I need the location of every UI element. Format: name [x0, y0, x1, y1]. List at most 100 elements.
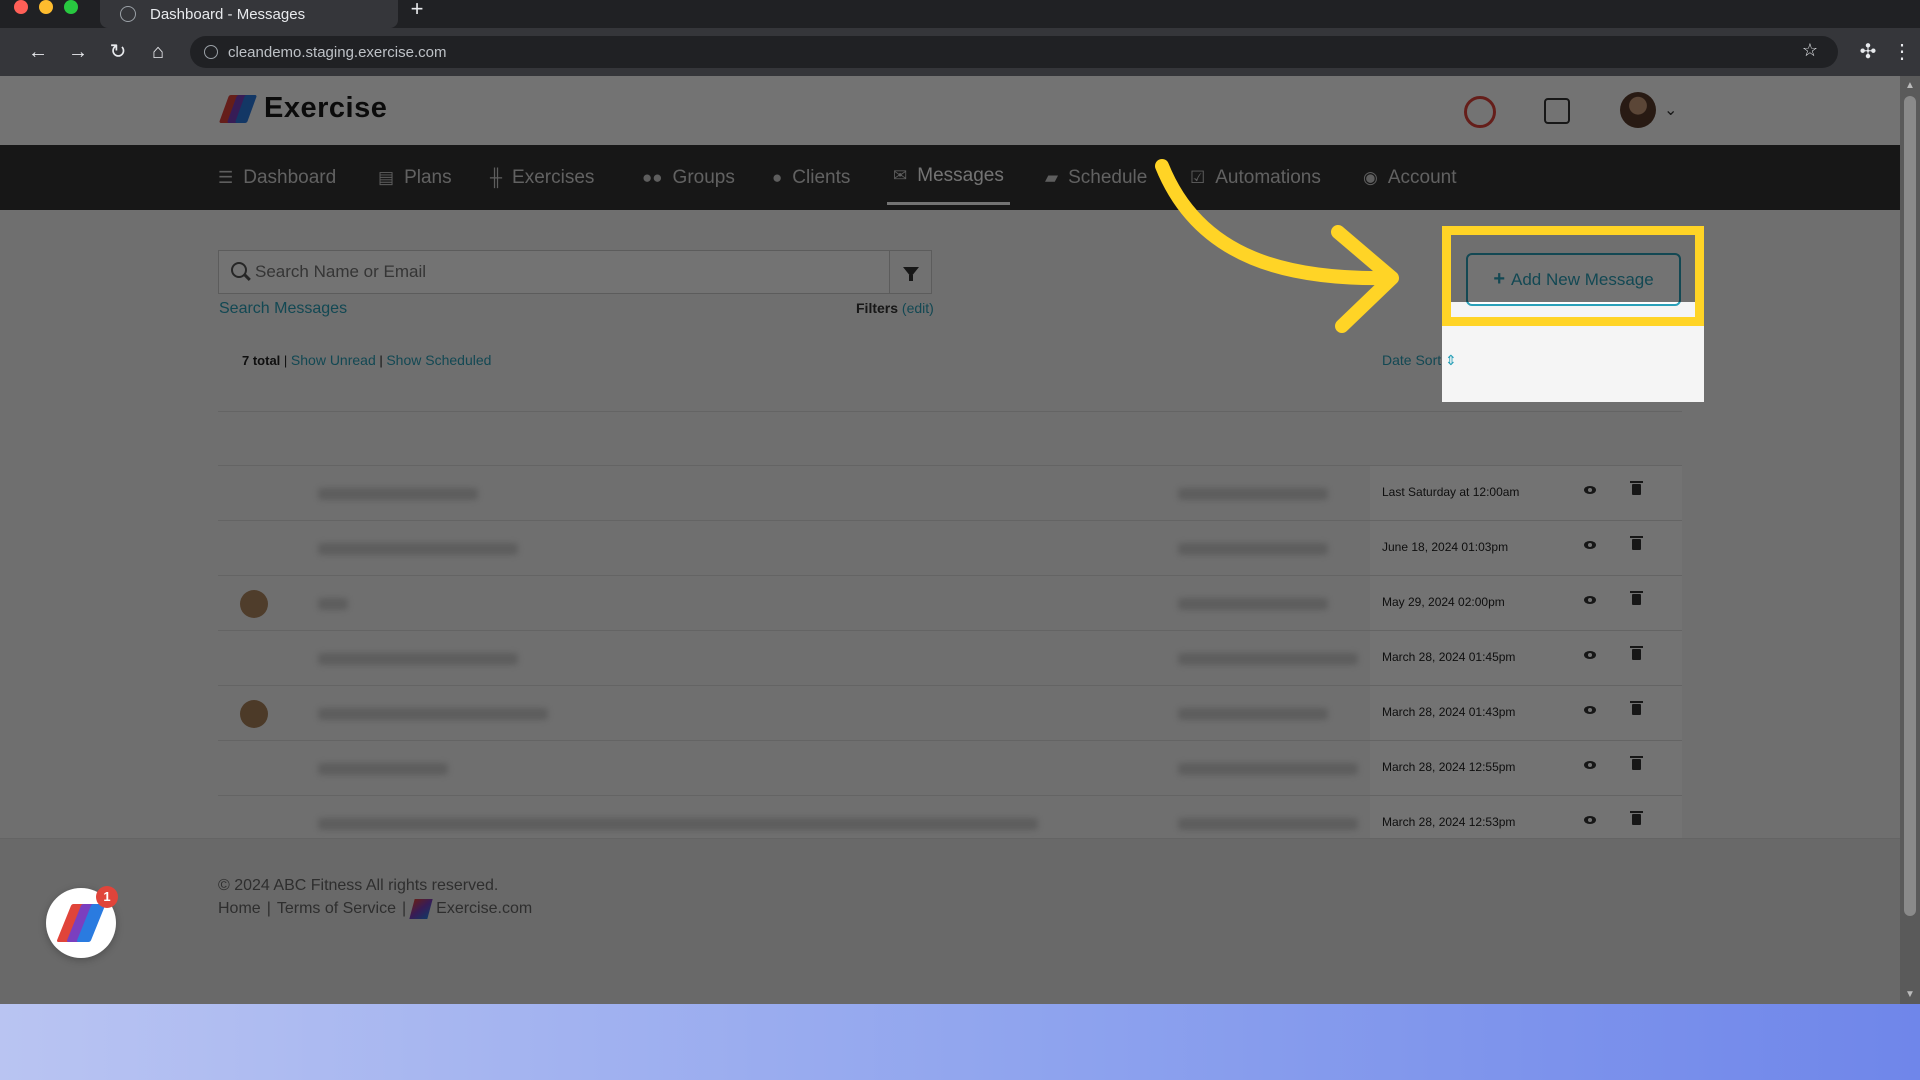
redacted-recipient [1178, 598, 1328, 610]
show-scheduled-link[interactable]: Show Scheduled [386, 352, 491, 368]
clipboard-icon: ▤ [378, 167, 395, 187]
forward-icon[interactable]: → [66, 40, 90, 64]
scroll-down-icon[interactable]: ▼ [1905, 989, 1915, 1000]
redacted-recipient [1178, 818, 1358, 830]
maximize-window-button[interactable] [64, 0, 78, 14]
list-icon: ☰ [218, 167, 234, 187]
nav-groups[interactable]: ●● Groups [642, 145, 735, 210]
book-icon: ▰ [1045, 167, 1059, 187]
redacted-recipient [1178, 763, 1358, 775]
scroll-up-icon[interactable]: ▲ [1905, 80, 1915, 91]
search-icon [231, 262, 247, 278]
total-count: 7 total [242, 353, 281, 368]
browser-tab[interactable]: Dashboard - Messages [100, 0, 398, 28]
nav-clients[interactable]: ● Clients [772, 145, 850, 210]
brand-logo[interactable]: Exercise [218, 92, 387, 125]
extensions-icon[interactable]: ✣ [1856, 40, 1880, 64]
site-header: Exercise ⌄ [0, 76, 1900, 145]
eye-icon[interactable] [1584, 761, 1596, 769]
address-bar[interactable]: cleandemo.staging.exercise.com ☆ [190, 36, 1838, 68]
filter-button[interactable] [889, 251, 931, 293]
chevron-down-icon[interactable]: ⌄ [1664, 100, 1677, 120]
footer-site-link[interactable]: Exercise.com [436, 900, 532, 918]
notification-badge: 1 [96, 886, 118, 908]
site-footer: © 2024 ABC Fitness All rights reserved. … [0, 838, 1900, 1004]
main-nav: ☰ Dashboard ▤ Plans ╫ Exercises ●● Group… [0, 145, 1900, 210]
eye-icon[interactable] [1584, 706, 1596, 714]
avatar [240, 590, 268, 618]
home-icon[interactable]: ⌂ [146, 40, 170, 64]
new-tab-button[interactable]: + [406, 0, 428, 22]
eye-icon[interactable] [1584, 486, 1596, 494]
redacted-recipient [1178, 653, 1358, 665]
table-row[interactable]: March 28, 2024 12:55pm [218, 741, 1682, 796]
trash-icon[interactable] [1630, 646, 1643, 660]
square-icon[interactable] [1544, 98, 1570, 124]
redacted-subject [318, 488, 478, 500]
table-row[interactable]: June 18, 2024 01:03pm [218, 521, 1682, 576]
browser-toolbar: ← → ↻ ⌂ cleandemo.staging.exercise.com ☆… [0, 28, 1920, 76]
footer-terms-link[interactable]: Terms of Service [277, 900, 396, 918]
eye-icon[interactable] [1584, 651, 1596, 659]
nav-label: Dashboard [243, 166, 337, 188]
user-icon: ● [772, 167, 783, 187]
redacted-subject [318, 653, 518, 665]
nav-schedule[interactable]: ▰ Schedule [1045, 145, 1147, 210]
tab-title: Dashboard - Messages [150, 5, 306, 23]
redacted-subject [318, 543, 518, 555]
trash-icon[interactable] [1630, 756, 1643, 770]
show-unread-link[interactable]: Show Unread [291, 352, 376, 368]
filters-text: Filters [856, 300, 899, 316]
search-input[interactable] [255, 251, 887, 293]
site-info-icon[interactable] [204, 45, 218, 59]
envelope-icon: ✉ [893, 165, 908, 185]
message-date: March 28, 2024 12:53pm [1382, 815, 1516, 829]
filters-edit-link[interactable]: (edit) [902, 300, 934, 316]
trash-icon[interactable] [1630, 591, 1643, 605]
eye-icon[interactable] [1584, 596, 1596, 604]
table-row[interactable]: March 28, 2024 01:43pm [218, 686, 1682, 741]
date-sort-link[interactable]: Date Sort ⇕ [1382, 352, 1457, 369]
list-counts: 7 total | Show Unread | Show Scheduled [242, 352, 492, 368]
users-icon: ●● [642, 167, 663, 187]
table-row[interactable]: May 29, 2024 02:00pm [218, 576, 1682, 631]
nav-plans[interactable]: ▤ Plans [378, 145, 452, 210]
message-date: June 18, 2024 01:03pm [1382, 540, 1509, 554]
trash-icon[interactable] [1630, 701, 1643, 715]
search-messages-link[interactable]: Search Messages [219, 300, 347, 318]
filter-icon [902, 267, 919, 281]
table-row[interactable]: March 28, 2024 01:45pm [218, 631, 1682, 686]
separator: | [401, 900, 407, 917]
nav-messages[interactable]: ✉ Messages [887, 149, 1010, 205]
table-row[interactable]: Last Saturday at 12:00am [218, 466, 1682, 521]
scrollbar-thumb[interactable] [1904, 96, 1916, 916]
nav-label: Groups [672, 166, 735, 188]
minimize-window-button[interactable] [39, 0, 53, 14]
redacted-recipient [1178, 708, 1328, 720]
message-date: March 28, 2024 12:55pm [1382, 760, 1516, 774]
tab-bar: Dashboard - Messages + [0, 0, 1920, 28]
copyright-text: © 2024 ABC Fitness All rights reserved. [218, 877, 499, 894]
redacted-recipient [1178, 543, 1328, 555]
redacted-subject [318, 598, 348, 610]
page-scrollbar[interactable]: ▲ ▼ [1900, 76, 1920, 1004]
close-window-button[interactable] [14, 0, 28, 14]
trash-icon[interactable] [1630, 536, 1643, 550]
reload-icon[interactable]: ↻ [106, 40, 130, 64]
avatar [240, 700, 268, 728]
trash-icon[interactable] [1630, 481, 1643, 495]
eye-icon[interactable] [1584, 541, 1596, 549]
nav-dashboard[interactable]: ☰ Dashboard [218, 145, 336, 210]
back-icon[interactable]: ← [26, 40, 50, 64]
bookmark-star-icon[interactable]: ☆ [1802, 40, 1818, 61]
browser-menu-icon[interactable]: ⋮ [1890, 40, 1914, 64]
nav-exercises[interactable]: ╫ Exercises [490, 145, 594, 210]
exercise-logo-icon [409, 899, 433, 919]
eye-icon[interactable] [1584, 816, 1596, 824]
footer-home-link[interactable]: Home [218, 900, 261, 918]
nav-label: Exercises [512, 166, 595, 188]
trash-icon[interactable] [1630, 811, 1643, 825]
clock-icon[interactable] [1464, 96, 1496, 128]
redacted-subject [318, 708, 548, 720]
avatar[interactable] [1620, 92, 1656, 128]
